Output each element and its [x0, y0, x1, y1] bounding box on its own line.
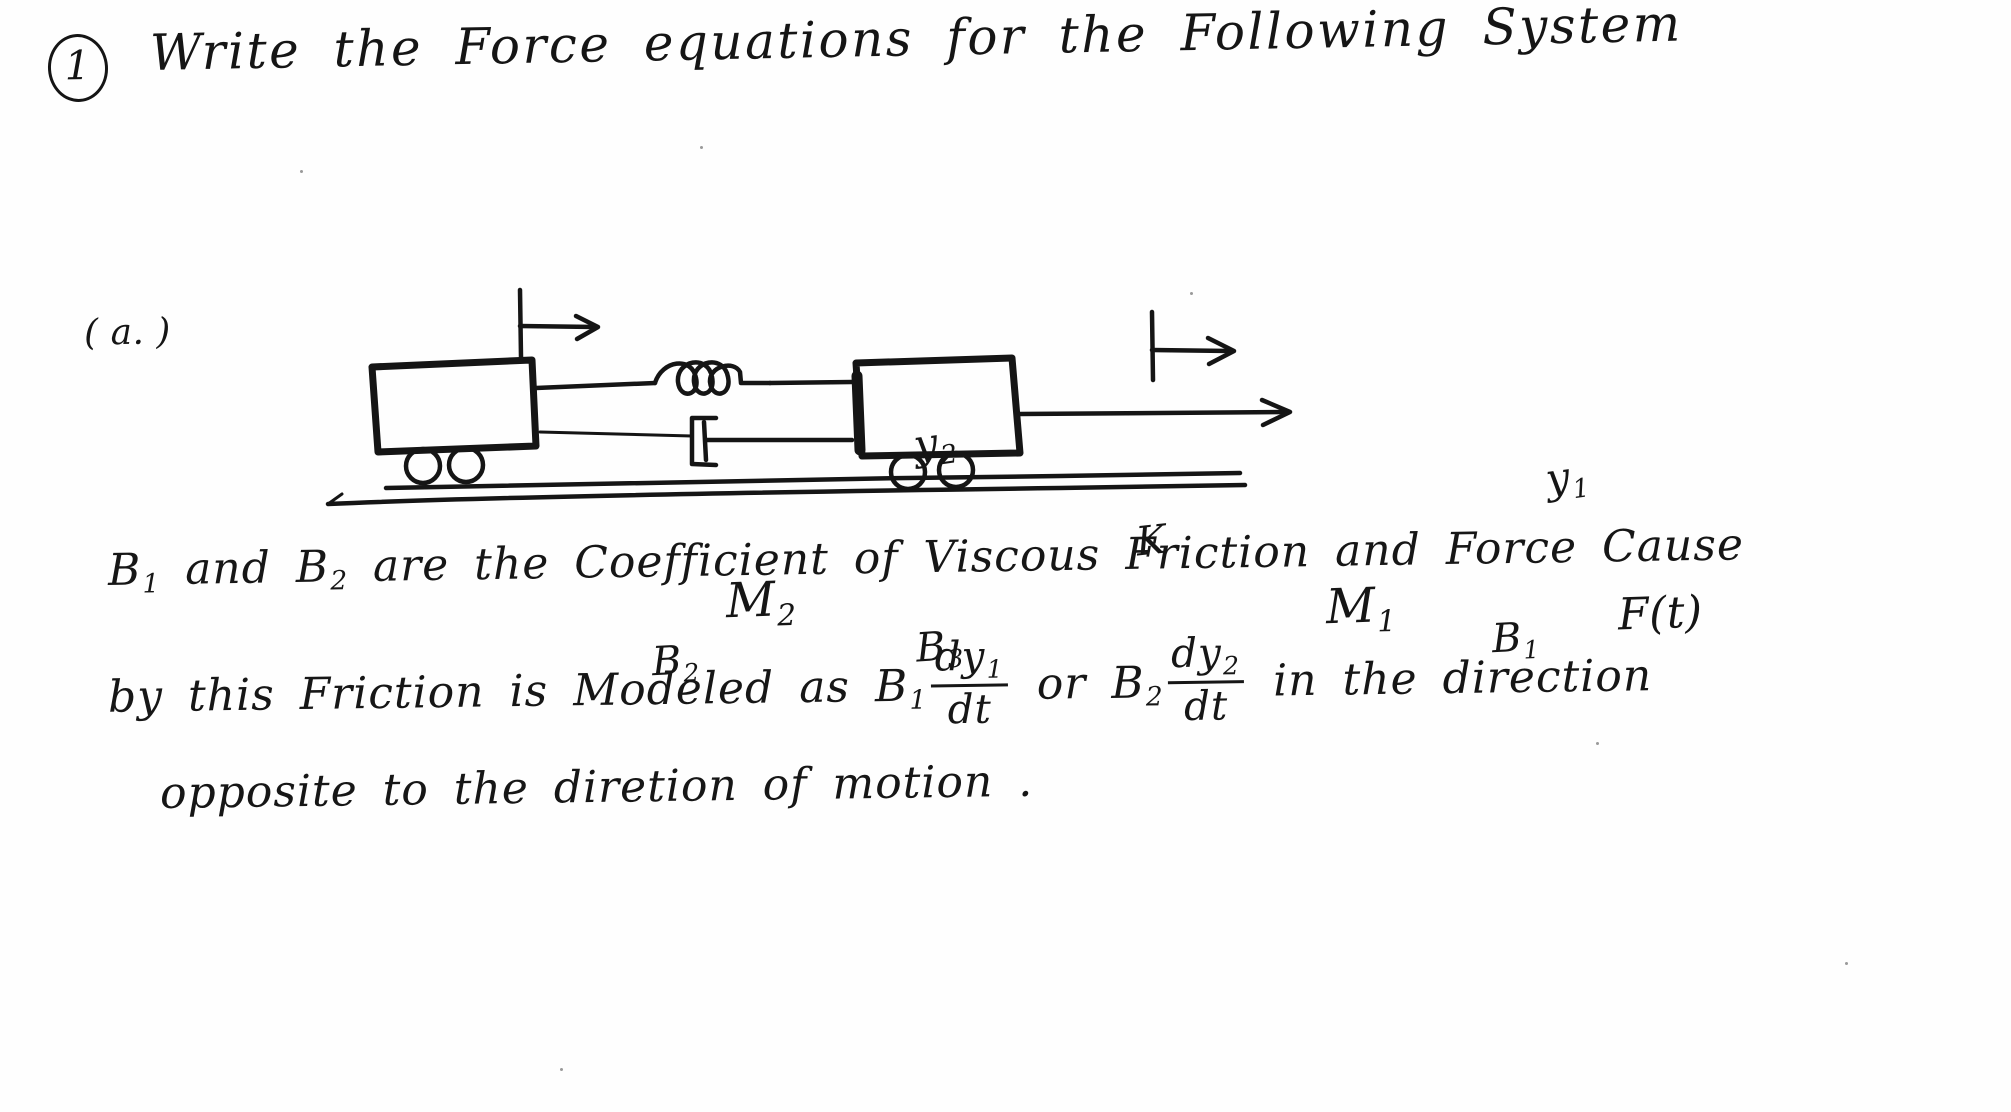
body-line-2: by this Friction is Modeled as B1 dy1 dt o…	[107, 628, 1653, 733]
displacement-arrow-y2	[517, 287, 601, 360]
mass-block-m2	[368, 356, 540, 456]
part-label: ( a. )	[83, 311, 172, 354]
spring-to-m1-bar	[767, 379, 855, 386]
scan-speckle	[1596, 742, 1599, 745]
spring-link-bar	[533, 380, 658, 391]
scan-speckle	[700, 146, 703, 149]
problem-number-circle: 1	[45, 31, 111, 105]
mechanical-system-diagram: y2 y1 K M2 M1 B2 B3 B1 F(t)	[300, 200, 1703, 688]
scan-speckle	[1190, 292, 1193, 295]
body-line-3: opposite to the diretion of motion .	[159, 755, 1034, 819]
fraction-dy1-dt: dy1 dt	[930, 632, 1008, 733]
body-b2: B2	[295, 541, 349, 597]
page-title: Write the Force equations for the Follow…	[149, 0, 1684, 82]
label-y1: y1	[1542, 451, 1592, 506]
body-b1: B1	[107, 544, 161, 600]
force-arrow-ft	[1017, 397, 1293, 428]
formula-b1: B1	[874, 660, 928, 716]
formula-b2: B2	[1110, 657, 1164, 713]
displacement-arrow-y1	[1149, 309, 1237, 383]
ground-line	[325, 470, 1248, 507]
scan-speckle	[300, 170, 303, 173]
spring-k	[652, 360, 773, 396]
problem-title-row: 1 Write the Force equations for the Foll…	[40, 0, 2000, 114]
fraction-dy2-dt: dy2 dt	[1166, 628, 1245, 730]
scan-speckle	[1845, 962, 1848, 965]
diagram-ink	[325, 287, 1293, 507]
body-line-1: B1 and B2 are the Coefficient of Viscous…	[107, 519, 1745, 600]
damper-b3	[538, 415, 855, 468]
scan-speckle	[560, 1068, 563, 1071]
scanned-page: 1 Write the Force equations for the Foll…	[0, 0, 2011, 1112]
problem-number-text: 1	[64, 42, 91, 90]
label-y2: y2	[910, 417, 960, 472]
